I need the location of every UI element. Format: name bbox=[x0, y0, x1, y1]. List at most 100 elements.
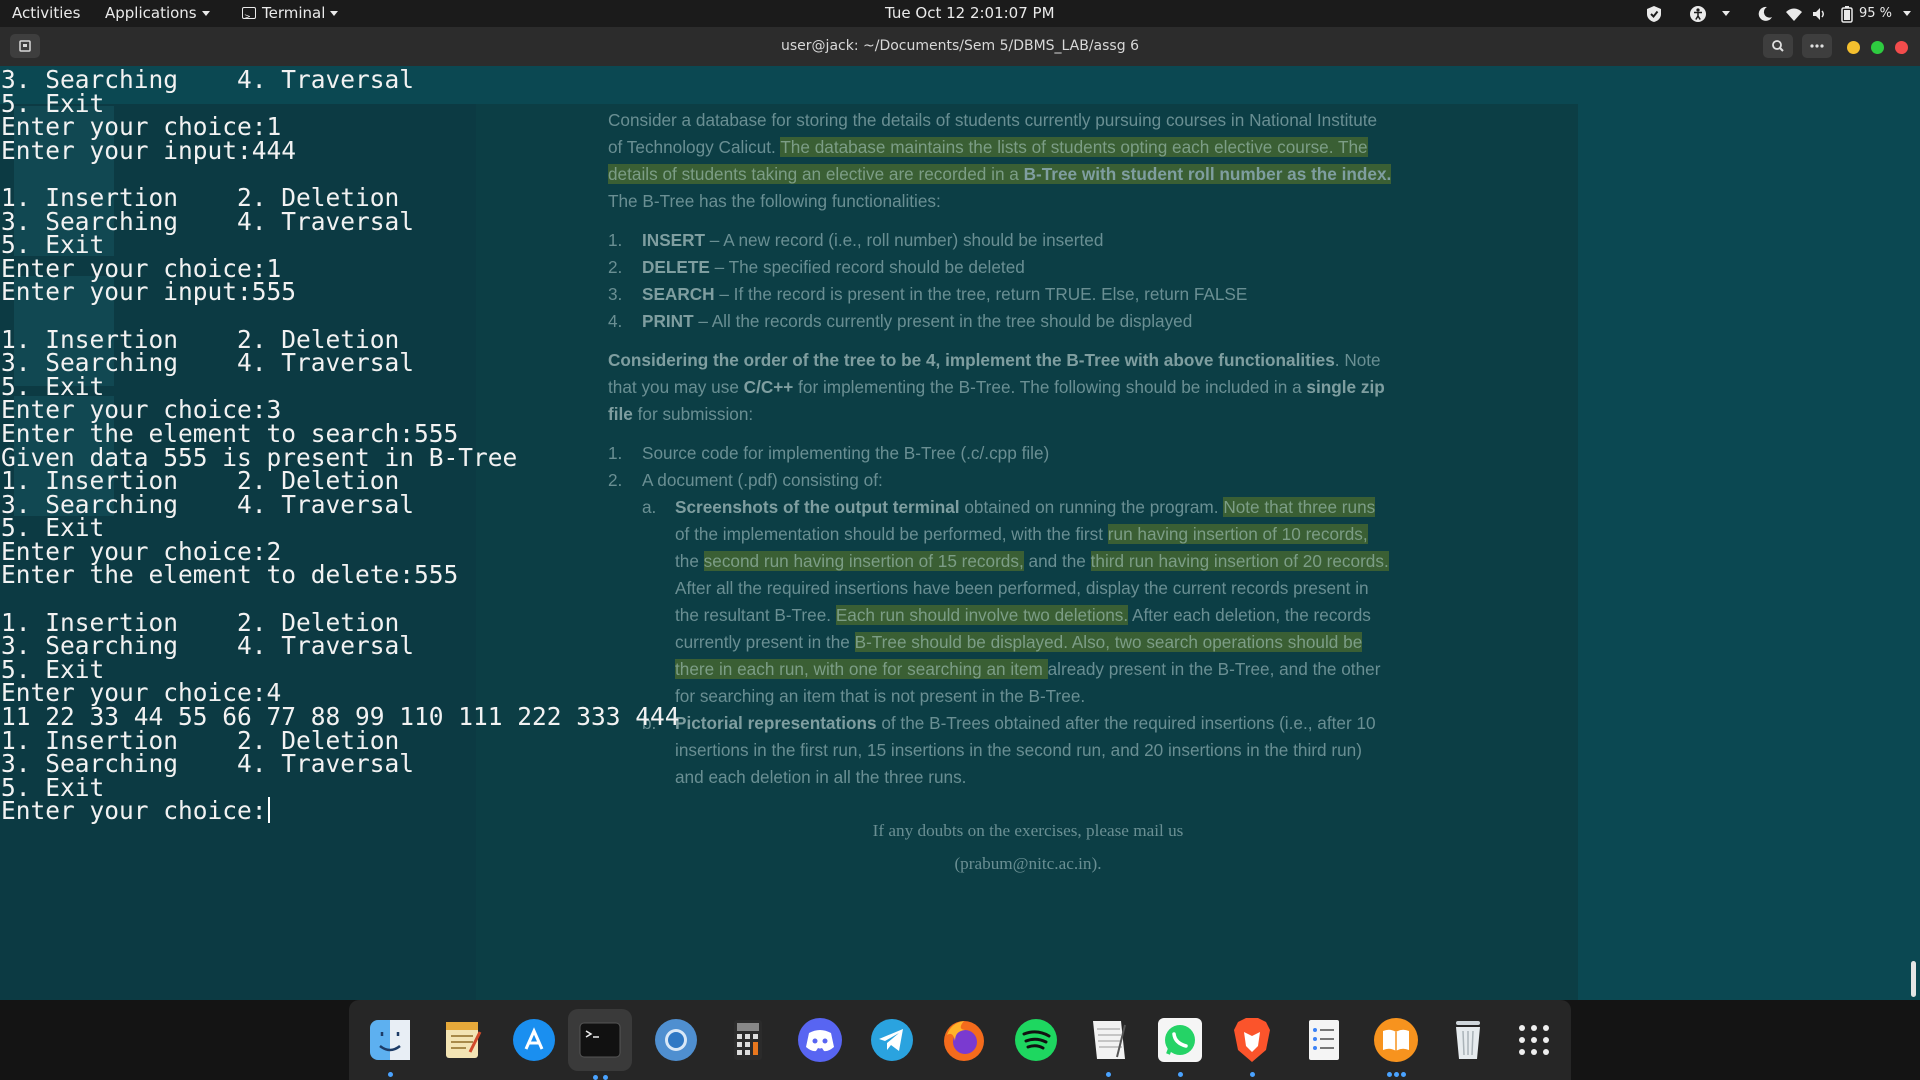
doc-footer: If any doubts on the exercises, please m… bbox=[872, 821, 1184, 840]
terminal-prompt: Enter your choice: bbox=[1, 796, 267, 826]
func-desc: – If the record is present in the tree, … bbox=[714, 284, 1248, 304]
night-light-icon[interactable] bbox=[1756, 5, 1774, 23]
maximize-button[interactable] bbox=[1871, 41, 1884, 54]
search-icon bbox=[1772, 40, 1784, 52]
doc-bold: single zip bbox=[1306, 377, 1385, 397]
window-title: user@jack: ~/Documents/Sem 5/DBMS_LAB/as… bbox=[781, 38, 1139, 54]
terminal-line: 3. Searching 4. Traversal bbox=[1, 489, 415, 519]
terminal-line: 11 22 33 44 55 66 77 88 99 110 111 222 3… bbox=[1, 702, 680, 732]
todo-list-icon[interactable] bbox=[1296, 1012, 1352, 1068]
volume-icon[interactable] bbox=[1811, 5, 1829, 23]
terminal-line: 3. Searching 4. Traversal bbox=[1, 348, 415, 378]
terminal-menu-label: Terminal bbox=[262, 4, 326, 22]
terminal-line: Given data 555 is present in B-Tree bbox=[1, 442, 518, 472]
doc-highlight: The database maintains the lists of stud… bbox=[780, 137, 1368, 157]
chevron-down-icon bbox=[330, 11, 339, 16]
sub-item-b: b. Pictorial representations of the B-Tr… bbox=[608, 710, 1448, 791]
text-cursor bbox=[267, 797, 270, 824]
finder-icon[interactable] bbox=[362, 1012, 418, 1077]
func-desc: – A new record (i.e., roll number) shoul… bbox=[705, 230, 1104, 250]
app-grid-icon[interactable] bbox=[1506, 1012, 1562, 1068]
applications-menu[interactable]: Applications bbox=[105, 0, 210, 27]
sub-item-a: a. Screenshots of the output terminal ob… bbox=[608, 494, 1448, 710]
doc-text: obtained on running the program. bbox=[959, 497, 1224, 517]
terminal-line: Enter your choice:4 bbox=[1, 678, 282, 708]
doc-text: of the B-Trees obtained after the requir… bbox=[876, 713, 1376, 733]
more-icon bbox=[1810, 44, 1824, 48]
terminal-prompt-line[interactable]: Enter your choice: bbox=[1, 796, 680, 826]
doc-footer: (prabum@nitc.ac.in). bbox=[954, 854, 1102, 873]
scrollbar[interactable] bbox=[1911, 961, 1916, 997]
terminal-line: Enter your input:444 bbox=[1, 135, 297, 165]
running-indicator bbox=[593, 1075, 598, 1080]
activities-button[interactable]: Activities bbox=[12, 0, 80, 27]
books-icon[interactable] bbox=[1368, 1012, 1424, 1077]
terminal-line: Enter your choice:3 bbox=[1, 395, 282, 425]
text-editor-icon[interactable] bbox=[434, 1012, 490, 1068]
shield-icon[interactable] bbox=[1645, 5, 1663, 23]
doc-line: The B-Tree has the following functionali… bbox=[608, 191, 941, 211]
chevron-down-icon bbox=[201, 11, 210, 16]
running-indicator bbox=[603, 1075, 608, 1080]
whatsapp-icon[interactable] bbox=[1152, 1012, 1208, 1077]
terminal-pane[interactable]: Consider a database for storing the deta… bbox=[0, 66, 1920, 1000]
search-button[interactable] bbox=[1763, 34, 1793, 58]
brave-icon[interactable] bbox=[1224, 1012, 1280, 1077]
minimize-button[interactable] bbox=[1847, 41, 1860, 54]
doc-text: of the implementation should be performe… bbox=[675, 524, 1108, 544]
terminal-icon[interactable] bbox=[568, 1009, 632, 1080]
clock[interactable]: Tue Oct 12 2:01:07 PM bbox=[885, 0, 1055, 27]
terminal-line: 3. Searching 4. Traversal bbox=[1, 206, 415, 236]
running-indicator bbox=[1401, 1072, 1406, 1077]
doc-highlight: third run having insertion of 20 records… bbox=[1090, 551, 1389, 571]
doc-line: Consider a database for storing the deta… bbox=[608, 110, 1378, 130]
discord-icon[interactable] bbox=[792, 1012, 848, 1068]
wifi-icon[interactable] bbox=[1785, 5, 1803, 23]
close-button[interactable] bbox=[1895, 41, 1908, 54]
order-paragraph: Considering the order of the tree to be … bbox=[608, 347, 1448, 428]
running-indicator bbox=[1106, 1072, 1111, 1077]
doc-text: Source code for implementing the B-Tree … bbox=[642, 443, 1050, 463]
terminal-line: 1. Insertion 2. Deletion bbox=[1, 607, 400, 637]
running-indicator bbox=[1178, 1072, 1183, 1077]
doc-text: for implementing the B-Tree. The followi… bbox=[793, 377, 1307, 397]
terminal-line: 3. Searching 4. Traversal bbox=[1, 749, 415, 779]
notes-icon[interactable] bbox=[1080, 1012, 1136, 1077]
doc-highlight: Note that three runs bbox=[1223, 497, 1376, 517]
chromium-icon[interactable] bbox=[648, 1012, 704, 1068]
doc-highlight: Each run should involve two deletions. bbox=[835, 605, 1129, 625]
terminal-line: Enter your choice:1 bbox=[1, 253, 282, 283]
applications-label: Applications bbox=[105, 4, 197, 22]
terminal-line: 3. Searching 4. Traversal bbox=[1, 631, 415, 661]
running-indicator bbox=[1250, 1072, 1255, 1077]
battery-icon[interactable] bbox=[1838, 5, 1856, 23]
dock bbox=[349, 1000, 1571, 1080]
func-desc: – All the records currently present in t… bbox=[693, 311, 1193, 331]
window-title-bar[interactable]: user@jack: ~/Documents/Sem 5/DBMS_LAB/as… bbox=[0, 27, 1920, 66]
accessibility-icon[interactable] bbox=[1689, 5, 1707, 23]
battery-percent[interactable]: 95 % bbox=[1859, 0, 1892, 27]
doc-bold: Pictorial representations bbox=[675, 713, 877, 733]
doc-highlight: B-Tree should be displayed. Also, two se… bbox=[854, 632, 1363, 652]
running-indicator bbox=[1394, 1072, 1399, 1077]
terminal-line: 1. Insertion 2. Deletion bbox=[1, 466, 400, 496]
telegram-icon[interactable] bbox=[864, 1012, 920, 1068]
calculator-icon[interactable] bbox=[720, 1012, 776, 1068]
app-store-icon[interactable] bbox=[506, 1012, 562, 1068]
doc-text: already present in the B-Tree, and the o… bbox=[1047, 659, 1381, 679]
doc-bold: Screenshots of the output terminal bbox=[675, 497, 960, 517]
spotify-icon[interactable] bbox=[1008, 1012, 1064, 1068]
background-document-text: Consider a database for storing the deta… bbox=[608, 110, 1448, 877]
terminal-line: 3. Searching 4. Traversal bbox=[1, 66, 415, 94]
terminal-output[interactable]: 3. Searching 4. Traversal 5. Exit Enter yo… bbox=[1, 66, 680, 826]
functionality-list: 1. INSERT – A new record (i.e., roll numb… bbox=[608, 227, 1448, 335]
doc-text: and the bbox=[1023, 551, 1091, 571]
terminal-line: 1. Insertion 2. Deletion bbox=[1, 182, 400, 212]
doc-line: and each deletion in all the three runs. bbox=[675, 767, 967, 787]
firefox-icon[interactable] bbox=[936, 1012, 992, 1068]
terminal-app-menu[interactable]: Terminal bbox=[242, 0, 339, 30]
trash-icon[interactable] bbox=[1440, 1012, 1496, 1068]
menu-button[interactable] bbox=[1802, 34, 1832, 58]
terminal-line: Enter the element to delete:555 bbox=[1, 560, 459, 590]
doc-text: the resultant B-Tree. bbox=[675, 605, 836, 625]
